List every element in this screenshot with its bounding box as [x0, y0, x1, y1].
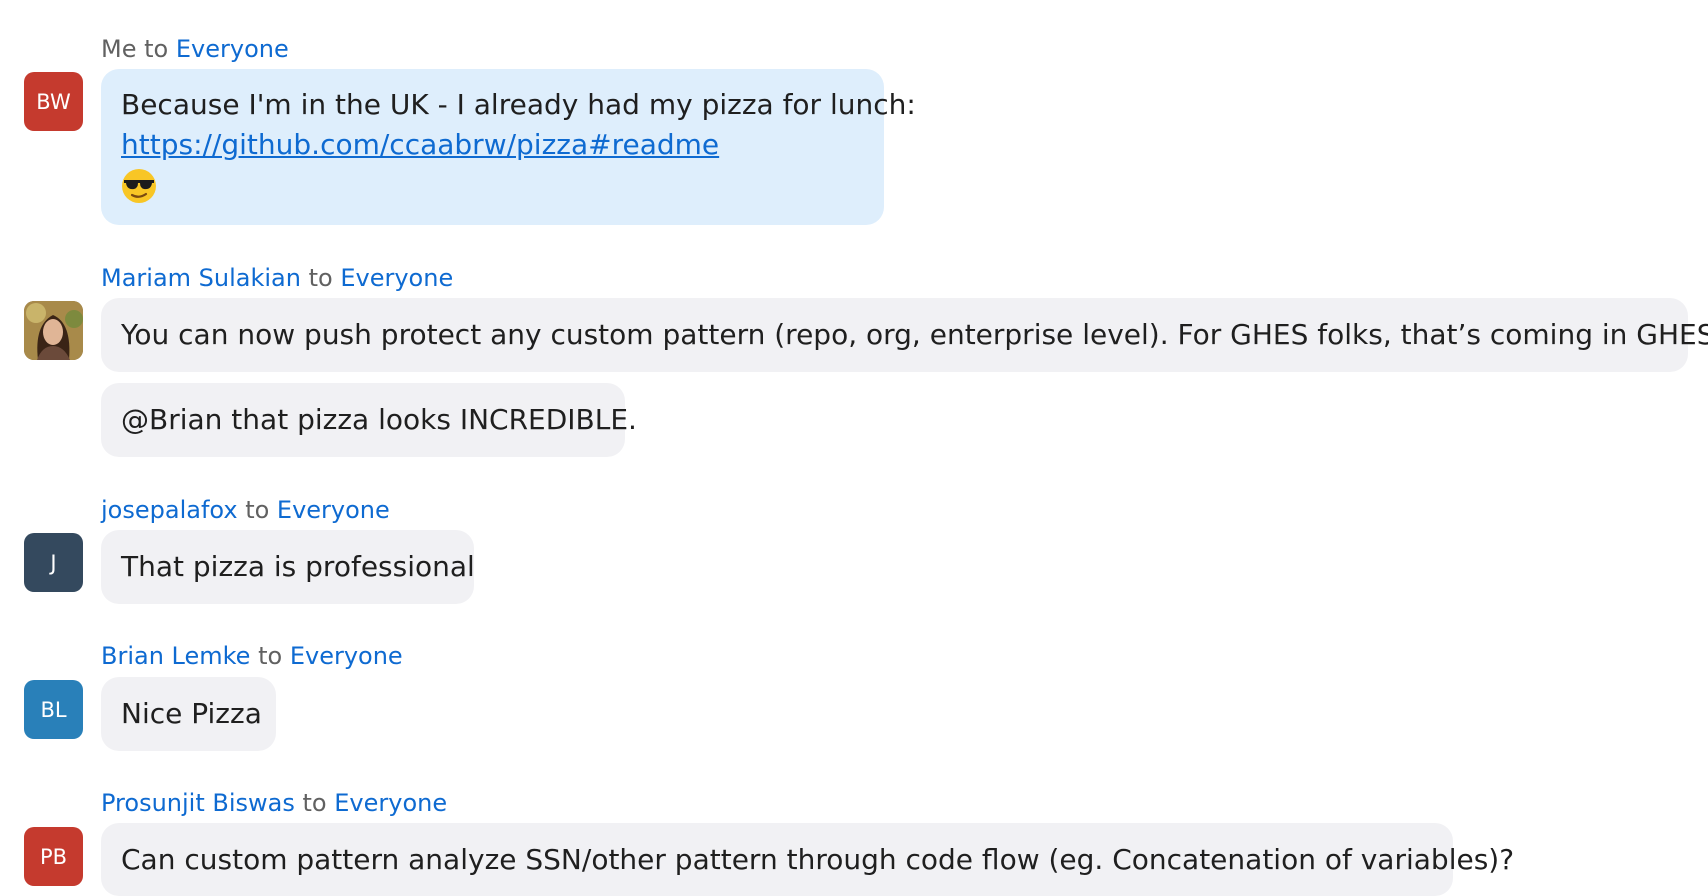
message-header: Mariam Sulakian to Everyone — [101, 264, 453, 292]
message-bubble: @Brian that pizza looks INCREDIBLE. — [101, 383, 637, 457]
avatar: BL — [24, 680, 83, 739]
message-text: That pizza is professional — [121, 550, 475, 583]
sender-name[interactable]: Mariam Sulakian — [101, 264, 301, 292]
message-text: Because I'm in the UK - I already had my… — [121, 88, 916, 121]
message-link[interactable]: https://github.com/ccaabrw/pizza#readme — [121, 125, 864, 165]
avatar: PB — [24, 827, 83, 886]
avatar-initials: J — [50, 550, 57, 575]
sunglasses-emoji-icon — [122, 169, 156, 203]
to-label: to — [308, 264, 333, 292]
recipient-link[interactable]: Everyone — [290, 642, 403, 670]
message-header: josepalafox to Everyone — [101, 496, 390, 524]
message-bubble: That pizza is professional — [101, 530, 475, 604]
avatar-photo — [24, 301, 83, 360]
message-text: @Brian that pizza looks INCREDIBLE. — [121, 403, 637, 436]
sender-name[interactable]: Brian Lemke — [101, 642, 250, 670]
avatar: BW — [24, 72, 83, 131]
to-label: to — [302, 789, 327, 817]
message-bubble: You can now push protect any custom patt… — [101, 298, 1708, 372]
recipient-link[interactable]: Everyone — [176, 35, 289, 63]
sender-name[interactable]: Prosunjit Biswas — [101, 789, 295, 817]
message-text: Nice Pizza — [121, 697, 262, 730]
sender-name[interactable]: josepalafox — [101, 496, 238, 524]
to-label: to — [144, 35, 169, 63]
message-header: Prosunjit Biswas to Everyone — [101, 789, 447, 817]
person-photo-icon — [24, 301, 83, 360]
avatar-initials: PB — [39, 844, 68, 869]
recipient-link[interactable]: Everyone — [334, 789, 447, 817]
avatar-initials: BW — [36, 89, 71, 114]
message-bubble: Because I'm in the UK - I already had my… — [101, 69, 916, 225]
to-label: to — [258, 642, 283, 670]
message-text: You can now push protect any custom patt… — [121, 318, 1708, 351]
sender-name: Me — [101, 35, 137, 63]
avatar: J — [24, 533, 83, 592]
recipient-link[interactable]: Everyone — [277, 496, 390, 524]
recipient-link[interactable]: Everyone — [340, 264, 453, 292]
to-label: to — [245, 496, 270, 524]
message-bubble: Nice Pizza — [101, 677, 276, 751]
avatar-initials: BL — [40, 697, 67, 722]
message-bubble: Can custom pattern analyze SSN/other pat… — [101, 823, 1515, 896]
message-text: Can custom pattern analyze SSN/other pat… — [121, 843, 1515, 876]
message-header: Brian Lemke to Everyone — [101, 642, 403, 670]
message-header: Me to Everyone — [101, 35, 289, 63]
